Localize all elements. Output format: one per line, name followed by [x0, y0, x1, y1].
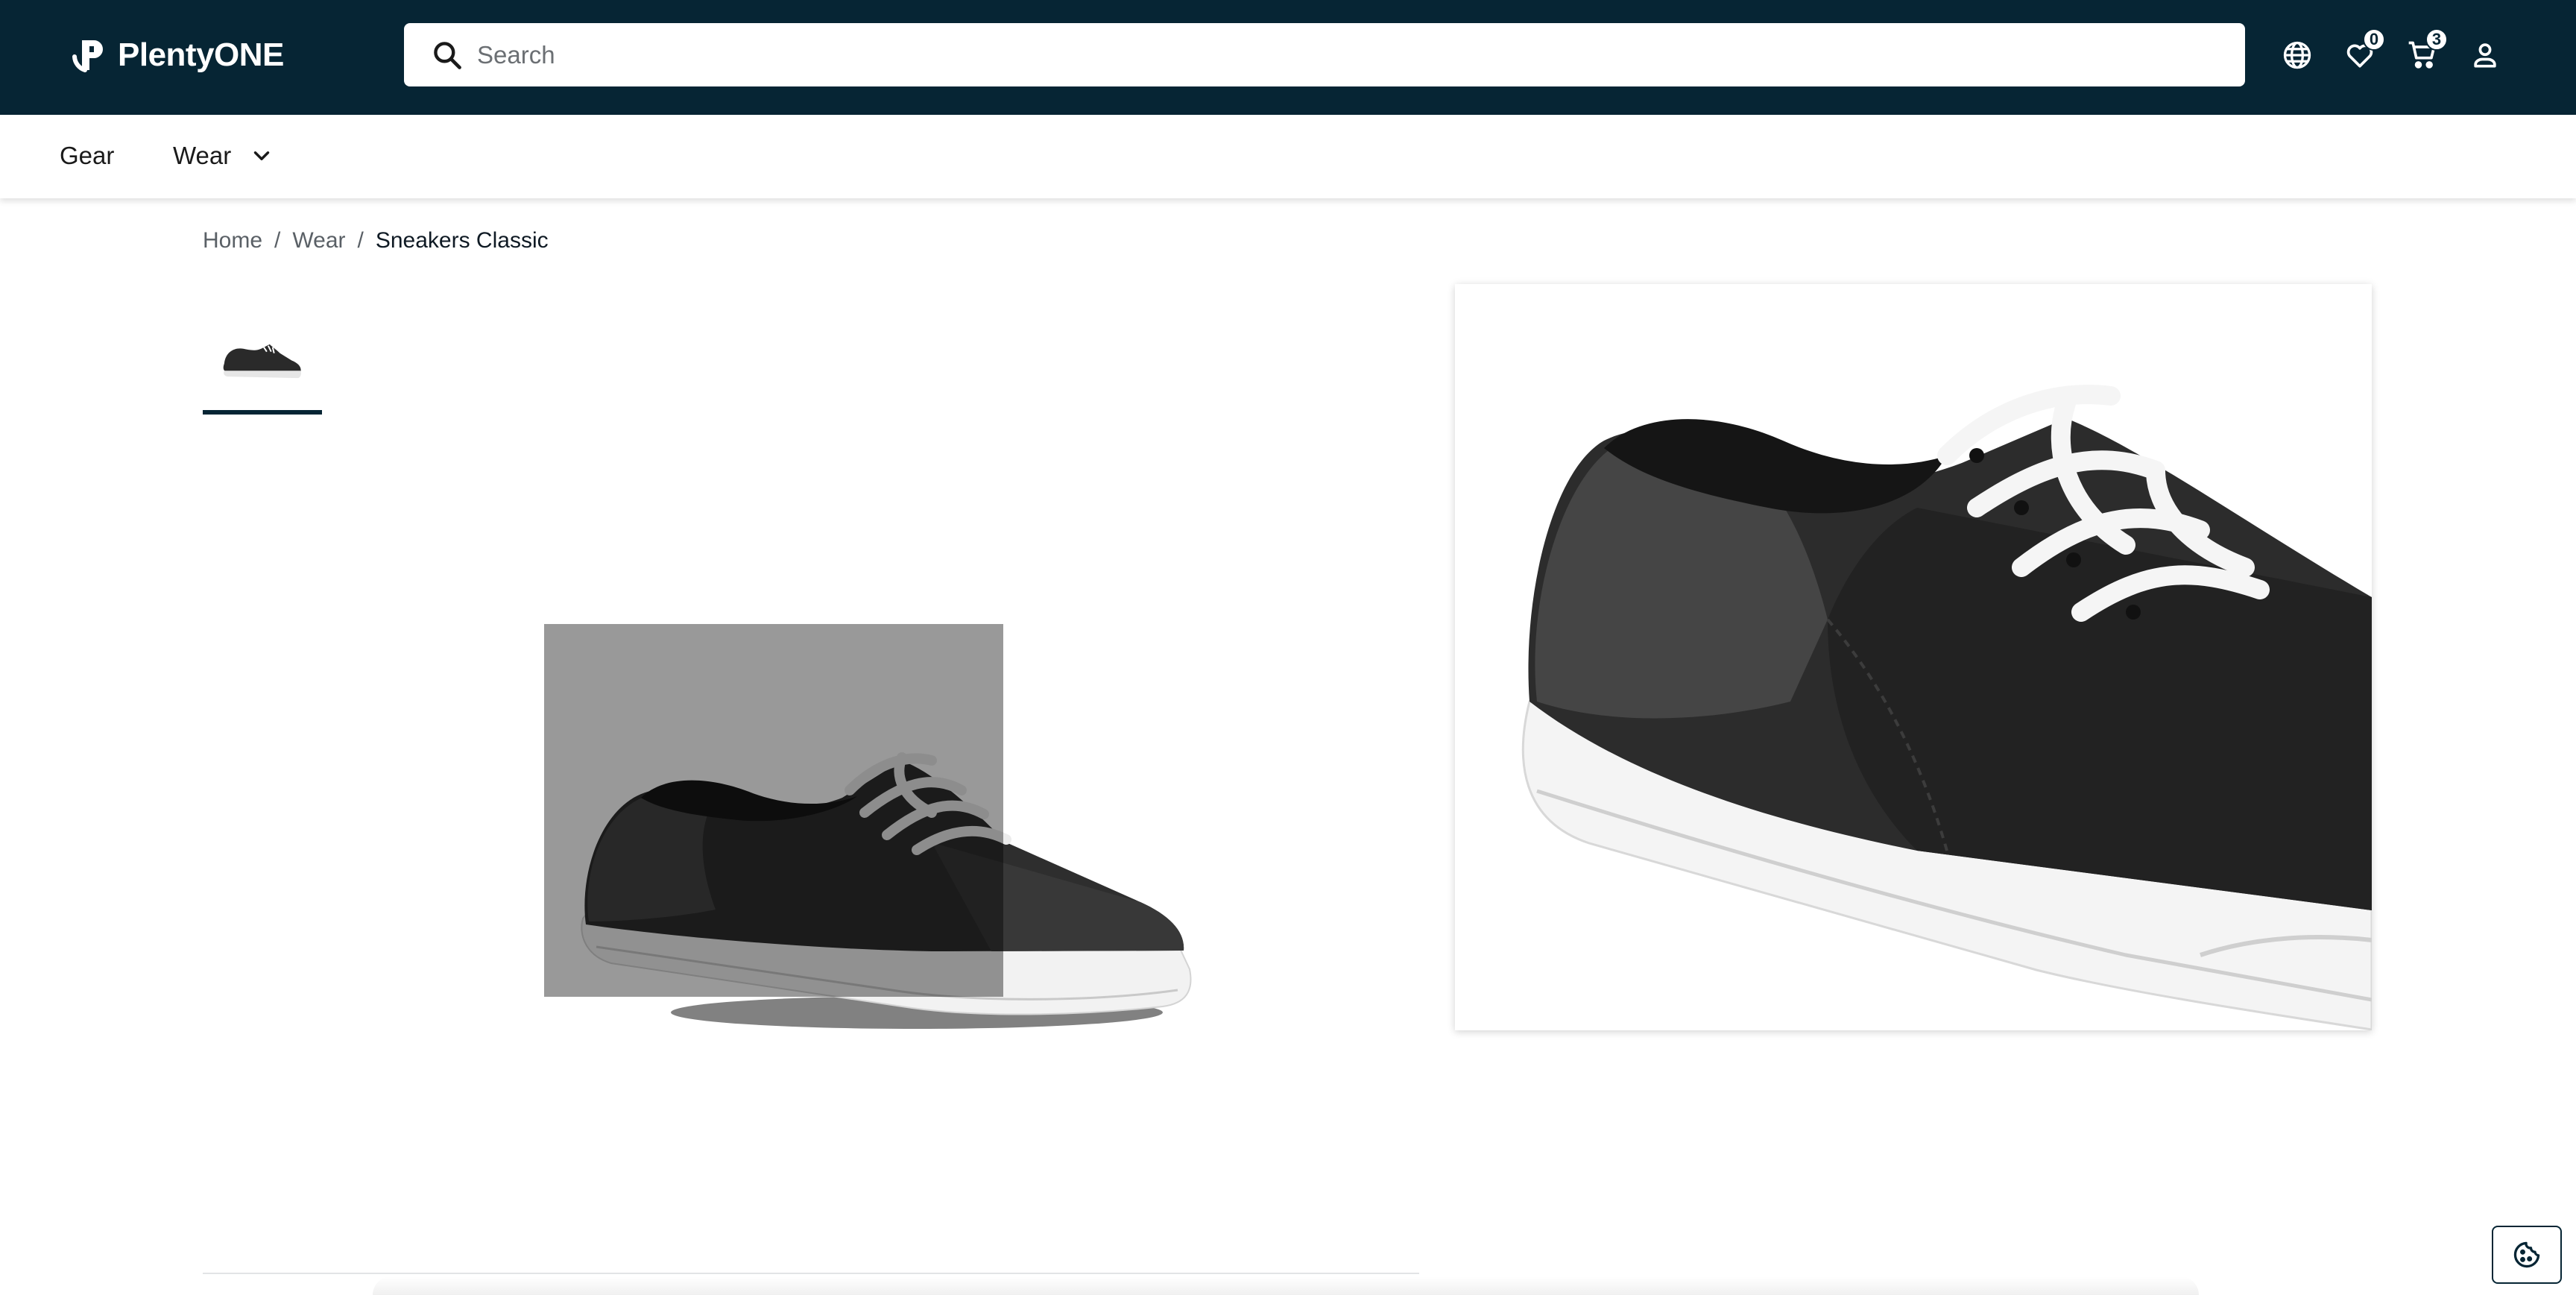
cookie-icon: [2513, 1241, 2540, 1268]
nav-item-label: Gear: [60, 142, 115, 169]
bottom-sheet-shadow: [373, 1276, 2199, 1295]
logo[interactable]: PlentyONE: [69, 34, 284, 76]
cookie-settings-button[interactable]: [2492, 1226, 2562, 1284]
wishlist-button[interactable]: 0: [2329, 28, 2391, 82]
product-thumbnail[interactable]: [203, 313, 322, 415]
breadcrumb-separator: /: [357, 228, 364, 253]
sneaker-thumbnail-icon: [223, 344, 301, 379]
search-icon: [434, 41, 461, 69]
chevron-down-icon[interactable]: [249, 143, 274, 168]
cart-count-badge: 3: [2425, 28, 2448, 51]
logo-text: PlentyONE: [118, 37, 284, 73]
breadcrumb-wear[interactable]: Wear: [292, 228, 345, 253]
nav-item-label: Wear: [173, 142, 232, 169]
wishlist-count-badge: 0: [2363, 28, 2385, 51]
breadcrumb: Home / Wear / Sneakers Classic: [203, 228, 549, 253]
zoom-preview-panel: [1455, 284, 2372, 1030]
zoom-lens[interactable]: [544, 624, 1003, 997]
search-input[interactable]: [477, 23, 2245, 86]
header-actions: 0 3: [2266, 28, 2516, 82]
category-nav: Gear Wear: [0, 115, 2576, 198]
search-bar[interactable]: [404, 23, 2245, 86]
account-button[interactable]: [2454, 28, 2516, 82]
plentyone-logo-icon: [72, 40, 103, 72]
nav-item-wear[interactable]: Wear: [173, 142, 274, 170]
breadcrumb-separator: /: [274, 228, 281, 253]
cart-button[interactable]: 3: [2391, 28, 2454, 82]
nav-item-gear[interactable]: Gear: [60, 142, 114, 170]
breadcrumb-current: Sneakers Classic: [375, 228, 549, 253]
globe-icon: [2283, 41, 2311, 69]
user-icon: [2474, 43, 2496, 68]
breadcrumb-home[interactable]: Home: [203, 228, 262, 253]
section-divider: [203, 1273, 1419, 1274]
top-header: PlentyONE 0: [0, 0, 2576, 115]
language-button[interactable]: [2266, 28, 2329, 82]
sneaker-zoom-image: [1521, 385, 2372, 1030]
